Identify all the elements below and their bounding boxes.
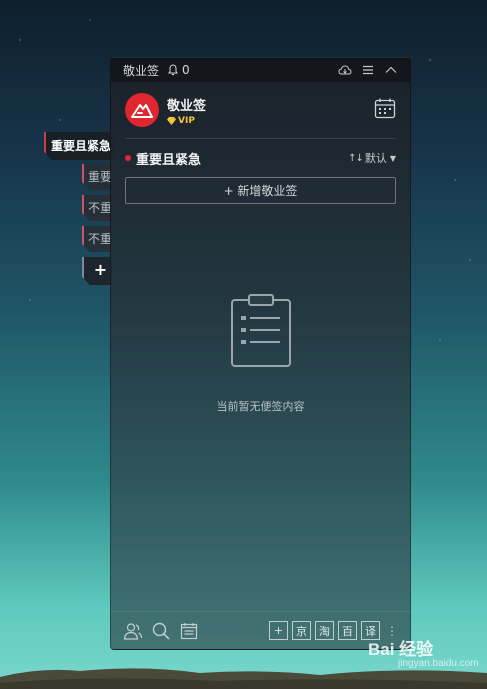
sort-icon: ↑↓ — [348, 152, 364, 164]
brand-name: 敬业签 — [167, 98, 207, 114]
watermark: Bai 经验 jingyan.baidu.com — [368, 635, 479, 669]
bottom-toolbar: + 京 淘 百 译 ⋮ — [111, 611, 410, 649]
watermark-text: Bai 经验 — [368, 640, 434, 659]
side-tab-item[interactable]: 重要 — [82, 164, 112, 190]
brand-logo-icon — [125, 93, 159, 127]
sort-label: 默认 — [364, 152, 387, 165]
notes-icon[interactable] — [179, 621, 199, 641]
vip-label: VIP — [178, 115, 195, 126]
menu-icon[interactable] — [361, 63, 375, 77]
add-category-button[interactable]: + — [82, 257, 112, 285]
notification-count: 0 — [182, 63, 190, 77]
sort-dropdown[interactable]: ↑↓ 默认 ▼ — [348, 150, 396, 166]
add-note-button[interactable]: + 新增敬业签 — [125, 177, 396, 204]
empty-message: 当前暂无便签内容 — [216, 400, 305, 413]
baidu-shortcut-button[interactable]: 百 — [338, 621, 357, 640]
cloud-sync-icon[interactable] — [338, 63, 352, 77]
quick-add-button[interactable]: + — [269, 621, 288, 640]
title-bar: 敬业签 0 — [111, 58, 410, 82]
side-tab-item[interactable]: 不重 — [82, 226, 112, 252]
taobao-shortcut-button[interactable]: 淘 — [315, 621, 334, 640]
calendar-icon[interactable] — [374, 97, 396, 119]
caret-down-icon: ▼ — [389, 153, 396, 163]
jd-shortcut-button[interactable]: 京 — [292, 621, 311, 640]
bell-icon[interactable] — [167, 64, 179, 76]
contacts-icon[interactable] — [123, 621, 143, 641]
collapse-chevron-icon[interactable] — [384, 63, 398, 77]
sticky-note-window: 敬业签 0 敬业签 VIP 重要且紧急 ↑↓ 默认 ▼ + 新增敬业签 当前暂无… — [110, 57, 411, 650]
priority-dot — [125, 155, 131, 161]
vip-badge: VIP — [167, 116, 206, 126]
diamond-icon — [167, 116, 176, 125]
side-tab-active[interactable]: 重要且紧急 — [44, 132, 114, 160]
list-header: 重要且紧急 ↑↓ 默认 ▼ — [111, 139, 410, 177]
watermark-subtext: jingyan.baidu.com — [398, 658, 479, 669]
clipboard-icon — [230, 294, 291, 367]
search-icon[interactable] — [151, 621, 171, 641]
app-header: 敬业签 VIP — [111, 82, 410, 138]
side-tab-item[interactable]: 不重 — [82, 195, 112, 221]
empty-state: 当前暂无便签内容 — [111, 294, 410, 414]
list-title: 重要且紧急 — [136, 152, 202, 168]
app-title: 敬业签 — [123, 63, 160, 78]
more-vertical-icon[interactable]: ⋮ — [386, 625, 398, 637]
